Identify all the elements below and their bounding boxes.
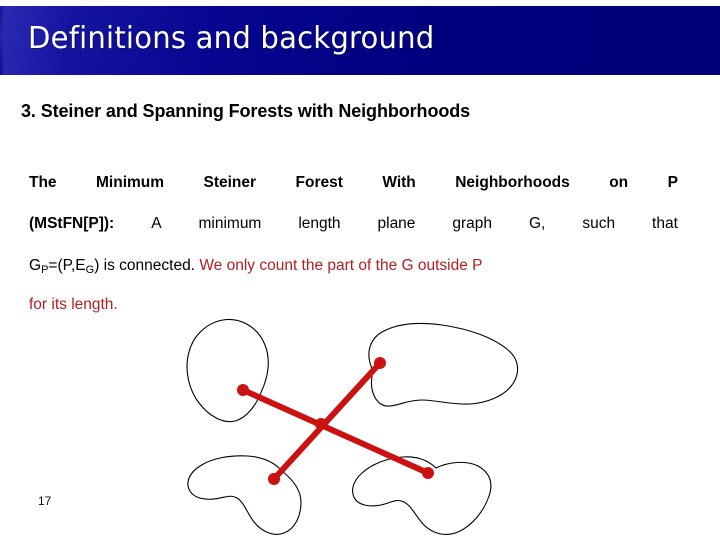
definition-word: With [382, 174, 416, 191]
page-title: Definitions and background [28, 21, 435, 56]
neighborhood-regions [186, 318, 519, 535]
definition-word: graph [452, 215, 493, 232]
blob-top-right [368, 322, 519, 407]
blob-bottom-right [352, 456, 492, 535]
center-steiner-point [315, 418, 327, 430]
title-bar-left-edge [0, 6, 3, 75]
definition-word: A [151, 215, 162, 232]
edge-symbol-e: E [75, 257, 86, 274]
blob-bottom-left [187, 455, 302, 535]
definition-abbreviation: (MStFN[P]): [29, 215, 115, 232]
blob-top-left [186, 318, 269, 423]
definition-word: such [582, 215, 616, 232]
steiner-edges [240, 360, 431, 482]
note-red-part-2: for its length. [29, 296, 118, 313]
steiner-edge-top-left-terminal-to-bottom-right-terminal [240, 387, 431, 476]
note-red-part-1: We only count the part of the G outside … [199, 257, 483, 274]
steiner-nodes [237, 357, 434, 485]
definition-word: G, [529, 215, 546, 232]
definition-word: that [652, 215, 678, 232]
connected-clause: ) is connected. [94, 257, 195, 274]
bottom-right-terminal [422, 467, 434, 479]
definition-word: P [667, 174, 678, 191]
definition-word: Forest [295, 174, 343, 191]
definition-word: minimum [198, 215, 262, 232]
definition-line-3: GP=(P,EG) is connected. We only count th… [29, 257, 678, 276]
definition-line-2: (MStFN[P]): A minimum length plane graph… [29, 215, 678, 233]
definition-word: Steiner [203, 174, 257, 191]
definition-word: plane [377, 215, 416, 232]
equals-open-paren: =(P, [48, 257, 76, 274]
definition-word: length [298, 215, 341, 232]
definition-word: The [29, 174, 57, 191]
definition-word: Minimum [96, 174, 165, 191]
page-number: 17 [38, 494, 52, 508]
top-right-terminal [374, 357, 386, 369]
definition-line-4: for its length. [29, 296, 678, 314]
slide-canvas: Definitions and background 3. Steiner an… [0, 0, 720, 540]
definition-word: on [609, 174, 629, 191]
section-heading: 3. Steiner and Spanning Forests with Nei… [21, 101, 471, 121]
slide-title-bar: Definitions and background [0, 6, 720, 75]
definition-word: Neighborhoods [455, 174, 570, 191]
steiner-edge-top-right-terminal-to-bottom-left-terminal [271, 360, 383, 482]
edge-symbol-e-subscript: G [85, 264, 95, 276]
graph-symbol-g: G [29, 257, 42, 274]
top-left-terminal [237, 384, 249, 396]
bottom-left-terminal [268, 473, 280, 485]
definition-line-1: The Minimum Steiner Forest With Neighbor… [29, 174, 678, 192]
